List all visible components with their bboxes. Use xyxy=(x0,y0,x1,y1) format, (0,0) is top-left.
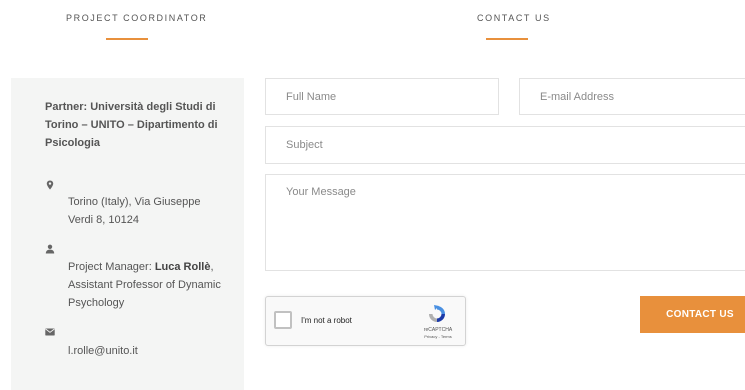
recaptcha-privacy-terms[interactable]: Privacy - Terms xyxy=(416,334,460,339)
map-marker-icon xyxy=(46,180,54,190)
recaptcha-label: I'm not a robot xyxy=(301,316,352,325)
envelope-icon xyxy=(45,328,55,336)
address-text: Torino (Italy), Via Giuseppe Verdi 8, 10… xyxy=(68,196,201,226)
message-textarea[interactable] xyxy=(265,174,745,271)
email-input[interactable] xyxy=(519,78,745,115)
manager-prefix: Project Manager: xyxy=(68,261,155,273)
coordinator-info-panel: Partner: Università degli Studi di Torin… xyxy=(11,78,244,390)
contact-us-button[interactable]: Contact Us xyxy=(640,296,745,333)
project-manager-text: Project Manager: Luca Rollè, Assistant P… xyxy=(68,258,228,312)
coordinator-section-title: Project Coordinator xyxy=(66,13,208,23)
subject-input[interactable] xyxy=(265,126,745,164)
recaptcha-checkbox[interactable] xyxy=(274,311,292,329)
contact-title-underline xyxy=(486,38,528,40)
recaptcha-logo-icon xyxy=(429,305,445,322)
recaptcha-brand: reCAPTCHA xyxy=(423,327,453,333)
coordinator-title-underline xyxy=(106,38,148,40)
manager-name: Luca Rollè xyxy=(154,261,211,273)
recaptcha-widget: I'm not a robot reCAPTCHA Privacy - Term… xyxy=(265,296,466,346)
email-link[interactable]: l.rolle@unito.it xyxy=(68,342,228,360)
user-icon xyxy=(45,244,55,254)
contact-section-title: Contact Us xyxy=(477,13,551,23)
partner-name: Partner: Università degli Studi di Torin… xyxy=(45,101,218,149)
full-name-input[interactable] xyxy=(265,78,499,115)
